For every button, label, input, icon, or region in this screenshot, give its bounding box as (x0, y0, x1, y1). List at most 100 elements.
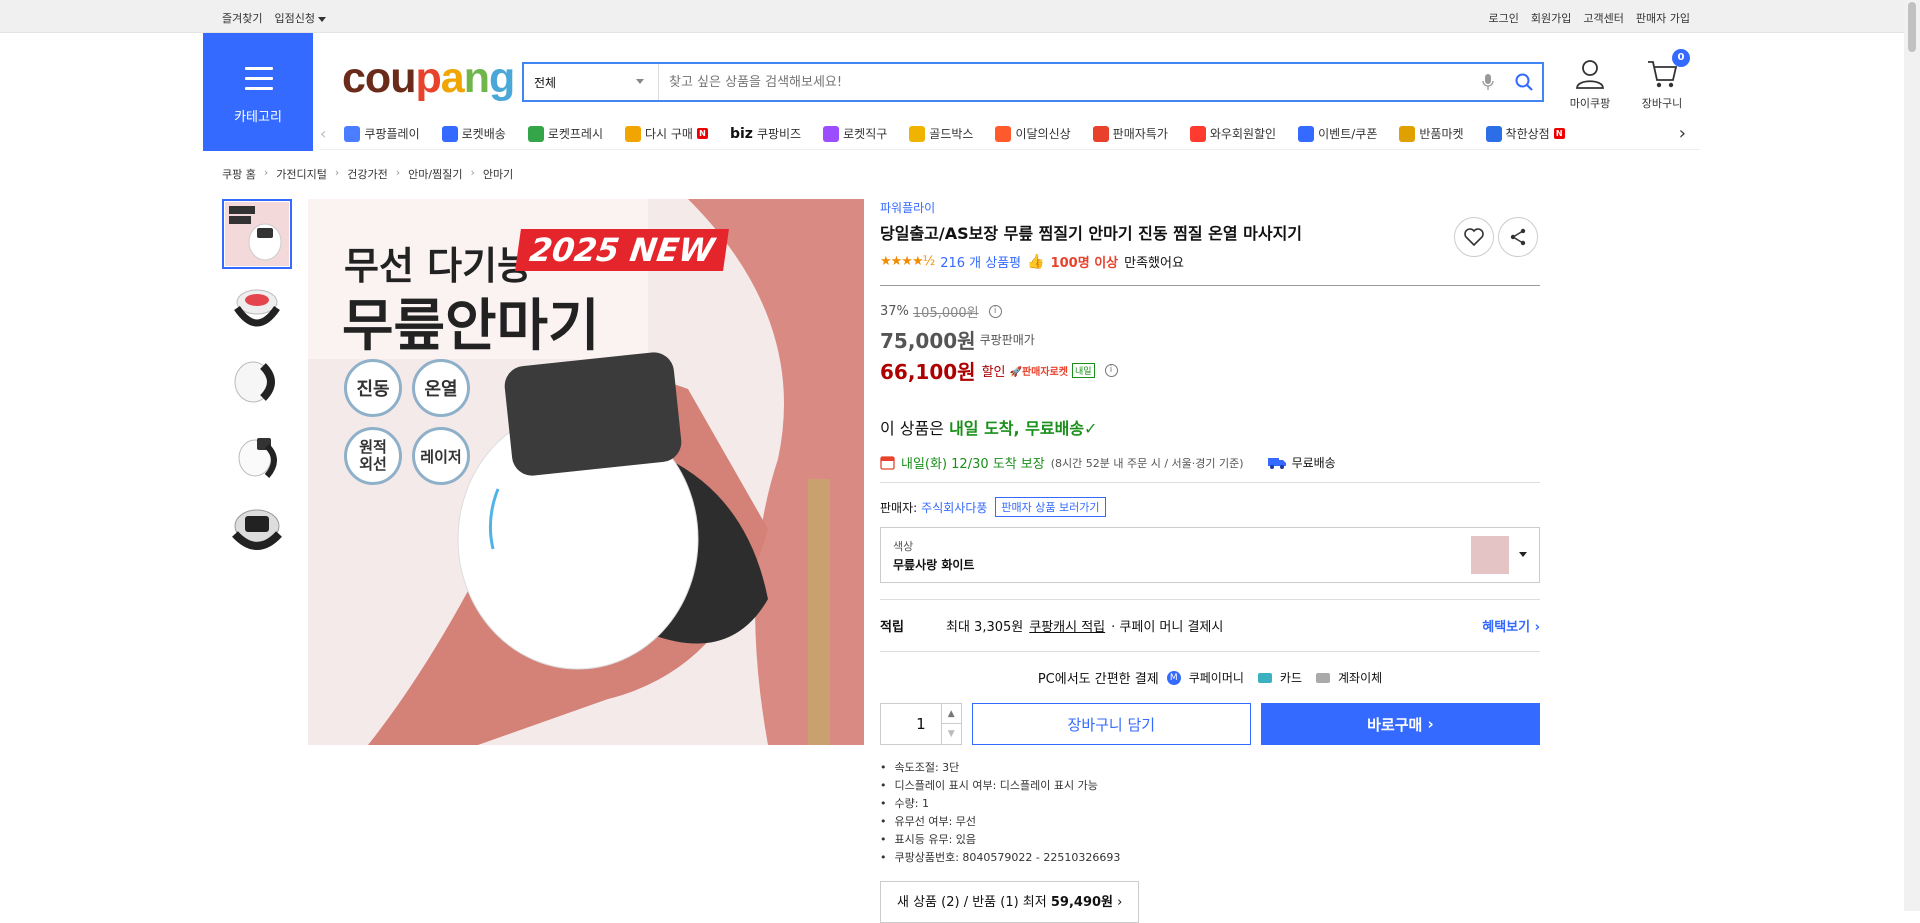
mypage-button[interactable]: 마이쿠팡 (1562, 58, 1618, 111)
seller-name-link[interactable]: 주식회사다풍 (921, 499, 987, 516)
nav-item[interactable]: 판매자특가 (1092, 125, 1168, 142)
chevron-left-icon[interactable]: ‹ (320, 124, 326, 143)
category-label: 카테고리 (234, 110, 282, 125)
thumbnail-4[interactable] (222, 421, 292, 491)
biz-icon: biz (729, 125, 753, 142)
goldbox-icon (909, 125, 926, 142)
thumbnail-2[interactable] (222, 273, 292, 343)
login-link[interactable]: 로그인 (1489, 10, 1519, 26)
new-badge: N (1553, 128, 1565, 139)
nav-item[interactable]: 이벤트/쿠폰 (1298, 125, 1377, 142)
quantity-up-icon[interactable]: ▲ (940, 704, 961, 724)
nav-item[interactable]: 골드박스 (909, 125, 973, 142)
thumbnail-5[interactable] (222, 495, 292, 565)
benefit-link-label: 혜택보기 (1482, 620, 1531, 635)
main-product-image[interactable]: 무선 다기능 2025 NEW 무릎안마기 진동 온열 원적 외선 레이저 (308, 199, 864, 745)
seller-rocket-label: 판매자로켓 (1021, 367, 1068, 378)
delivery-headline-green: 내일 도착, 무료배송 (949, 419, 1085, 438)
nav-item[interactable]: 로켓배송 (441, 125, 506, 142)
nav-item[interactable]: 다시 구매 N (624, 125, 708, 142)
reward-amount: 최대 3,305원 (946, 620, 1024, 635)
breadcrumb-item[interactable]: 안마기 (483, 166, 513, 182)
global-icon (823, 125, 840, 142)
pay-method-transfer: 계좌이체 (1338, 671, 1383, 685)
quantity-stepper[interactable]: 1 ▲ ▼ (880, 703, 962, 745)
nav-item[interactable]: biz 쿠팡비즈 (730, 125, 801, 142)
rocket-icon (441, 125, 458, 142)
category-button[interactable]: 카테고리 (203, 33, 313, 151)
top-utility-bar: 즐겨찾기 입점신청 로그인 회원가입 고객센터 판매자 가입 (0, 0, 1920, 33)
coupon-icon (1298, 125, 1315, 142)
breadcrumb-item[interactable]: 건강가전 (347, 166, 387, 182)
coupang-logo[interactable]: coupang (342, 56, 515, 100)
breadcrumb-item[interactable]: 안마/찜질기 (408, 166, 462, 182)
nav-item[interactable]: 로켓프레시 (527, 125, 603, 142)
feature-badge: 레이저 (412, 427, 470, 485)
info-icon[interactable]: i (988, 305, 1002, 318)
buy-now-label: 바로구매 (1367, 715, 1423, 734)
page-scrollbar[interactable] (1904, 0, 1920, 911)
alt-offers-button[interactable]: 새 상품 (2) / 반품 (1) 최저 59,490원 › (880, 881, 1140, 923)
signup-link[interactable]: 회원가입 (1531, 10, 1571, 26)
nav-item[interactable]: 착한상점 N (1485, 125, 1565, 142)
customer-center-link[interactable]: 고객센터 (1583, 10, 1623, 26)
seller-signup-link[interactable]: 판매자 가입 (1636, 10, 1690, 26)
seller-products-link[interactable]: 판매자 상품 보러가기 (995, 497, 1106, 517)
purchase-actions: 1 ▲ ▼ 장바구니 담기 바로구매 › (880, 703, 1540, 745)
product-title: 당일출고/AS보장 무릎 찜질기 안마기 진동 찜질 온열 마사지기 (880, 224, 1303, 243)
image-new-badge: 2025 NEW (515, 229, 730, 271)
vendor-apply-menu[interactable]: 입점신청 (274, 10, 326, 26)
thumbnail-1[interactable] (222, 199, 292, 269)
feature-badge: 원적 외선 (344, 427, 402, 485)
add-to-cart-button[interactable]: 장바구니 담기 (971, 703, 1251, 745)
info-icon[interactable]: i (1104, 364, 1118, 377)
nav-item[interactable]: 반품마켓 (1399, 125, 1464, 142)
nav-item-label: 쿠팡플레이 (364, 127, 420, 141)
breadcrumb-item[interactable]: 가전디지털 (276, 166, 327, 182)
spec-item: 속도조절: 3단 (880, 759, 1540, 777)
review-count-link[interactable]: 216 개 상품평 (940, 252, 1021, 271)
return-market-icon (1399, 125, 1416, 142)
option-label: 색상 (893, 540, 914, 553)
reward-row: 적립 최대 3,305원 쿠팡캐시 적립 · 쿠페이 머니 결제시 혜택보기 › (880, 616, 1540, 635)
thumbnail-3[interactable] (222, 347, 292, 417)
nav-item[interactable]: 쿠팡플레이 (344, 125, 420, 142)
favorites-link[interactable]: 즐겨찾기 (222, 10, 262, 26)
voice-search-icon[interactable] (1470, 64, 1506, 100)
pay-method-coupay: 쿠페이머니 (1188, 671, 1244, 685)
chevron-right-icon: › (1117, 895, 1123, 910)
chevron-right-icon[interactable]: › (1679, 123, 1686, 144)
tomorrow-tag: 내일 (1071, 363, 1095, 378)
new-badge: N (696, 128, 708, 139)
search-input[interactable] (659, 64, 1470, 100)
nav-item[interactable]: 로켓직구 (823, 125, 887, 142)
delivery-headline-prefix: 이 상품은 (880, 419, 950, 438)
chevron-down-icon (1519, 552, 1527, 557)
chevron-right-icon: › (395, 166, 401, 179)
wishlist-button[interactable] (1454, 217, 1494, 257)
scrollbar-thumb[interactable] (1908, 2, 1916, 52)
spec-item: 수량: 1 (880, 795, 1540, 813)
benefit-link[interactable]: 혜택보기 › (1482, 616, 1540, 635)
share-button[interactable] (1498, 217, 1538, 257)
nav-item-label: 로켓배송 (461, 127, 506, 141)
nav-item[interactable]: 이달의신상 (995, 125, 1071, 142)
search-scope-select[interactable]: 전체 (524, 64, 659, 100)
check-icon: ✓ (1084, 419, 1098, 438)
quantity-down-icon[interactable]: ▼ (940, 724, 961, 744)
mypage-label: 마이쿠팡 (1569, 97, 1611, 110)
original-price-row: 37% 105,000원 i (880, 302, 1540, 321)
seller-rocket-badge: 🚀판매자로켓 (1009, 367, 1068, 378)
search-icon[interactable] (1506, 64, 1542, 100)
option-select[interactable]: 색상 무릎사랑 화이트 (880, 527, 1540, 583)
sale-price-row: 66,100원 할인 🚀판매자로켓 내일 i (880, 356, 1540, 385)
wow-icon (1189, 125, 1206, 142)
buy-now-button[interactable]: 바로구매 › (1260, 703, 1540, 745)
vendor-apply-label: 입점신청 (274, 12, 315, 25)
pay-method-card: 카드 (1279, 671, 1302, 685)
reward-link[interactable]: 쿠팡캐시 적립 (1029, 616, 1105, 635)
nav-item[interactable]: 와우회원할인 (1189, 125, 1276, 142)
brand-link[interactable]: 파워플라이 (880, 199, 1540, 216)
spec-item: 쿠팡상품번호: 8040579022 - 22510326693 (880, 849, 1540, 867)
breadcrumb-item[interactable]: 쿠팡 홈 (222, 166, 256, 182)
